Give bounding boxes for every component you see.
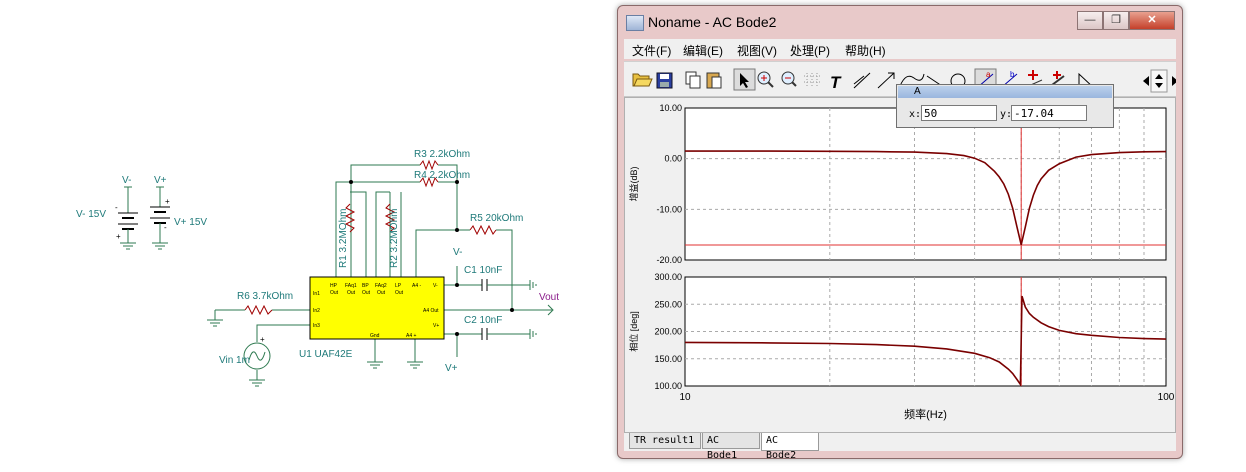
y-tick-label: 0.00 xyxy=(664,154,682,164)
label-vplus-15v: V+ 15V xyxy=(174,217,207,228)
label-r6: R6 3.7kOhm xyxy=(237,291,293,302)
label-vin: Vin 1m xyxy=(219,355,250,366)
label-c2: C2 10nF xyxy=(464,315,502,326)
x-axis-label: 频率(Hz) xyxy=(904,407,947,421)
label-r1: R1 3.2MOhm xyxy=(338,209,349,268)
bode-plot[interactable]: 10.00 0.00 -10.00 -20.00 增益(dB) 300.00 250.00… xyxy=(625,98,1175,432)
text-tool-icon[interactable]: T xyxy=(830,73,842,92)
pin-hp-out: Out xyxy=(330,290,339,296)
label-battery-plus-terminal: + xyxy=(116,232,121,241)
label-source-plus-terminal: + xyxy=(260,335,265,344)
zoom-in-icon[interactable] xyxy=(757,71,774,88)
y-tick-label: 100.00 xyxy=(654,381,682,391)
menu-file[interactable]: 文件(F) xyxy=(632,42,671,59)
title-bar[interactable]: Noname - AC Bode2 — ❐ ✕ xyxy=(618,6,1182,39)
tab-ac-bode1[interactable]: AC Bode1 xyxy=(702,433,760,461)
open-folder-icon[interactable] xyxy=(632,73,653,87)
label-u1: U1 UAF42E xyxy=(299,349,353,360)
line-tool-icon[interactable] xyxy=(853,72,871,89)
pin-a4-out: A4 Out xyxy=(423,308,439,314)
label-battery-minus-terminal: - xyxy=(115,203,118,212)
scroll-left-icon[interactable] xyxy=(1143,76,1149,86)
label-r5: R5 20kOhm xyxy=(470,213,523,224)
resistor-r6[interactable] xyxy=(244,304,273,316)
arrow-tool-icon[interactable] xyxy=(877,72,895,89)
tab-bar: TR result1 AC Bode1 AC Bode2 xyxy=(624,433,1176,461)
pin-gnd: Gnd xyxy=(370,333,380,339)
pin-a4-plus: A4 + xyxy=(406,333,417,339)
pin-in3: In3 xyxy=(313,323,320,329)
y-tick-label: 250.00 xyxy=(654,299,682,309)
label-r4: R4 2.2kOhm xyxy=(414,170,470,181)
y-tick-label: 150.00 xyxy=(654,354,682,364)
y-axis-label: 相位 [deg] xyxy=(628,311,639,352)
cursor-dialog-title[interactable]: A xyxy=(898,86,1112,98)
label-vplus-c2: V+ xyxy=(445,363,458,374)
pin-in2: In2 xyxy=(313,308,320,314)
pin-in1: In1 xyxy=(313,291,320,297)
label-vout: Vout xyxy=(539,292,559,303)
cursor-readout-dialog[interactable]: A x: 50 y: -17.04 xyxy=(896,84,1114,128)
label-r2: R2 3.2MOhm xyxy=(389,209,400,268)
cursor-y-field[interactable]: -17.04 xyxy=(1011,105,1087,121)
pin-lp: LP xyxy=(395,283,402,289)
close-button[interactable]: ✕ xyxy=(1129,11,1175,30)
resistor-r3[interactable] xyxy=(419,159,439,171)
scroll-right-icon[interactable] xyxy=(1172,76,1176,86)
menu-help[interactable]: 帮助(H) xyxy=(845,42,886,59)
pin-faq2-out: Out xyxy=(377,290,386,296)
pin-lp-out: Out xyxy=(395,290,404,296)
minimize-button[interactable]: — xyxy=(1077,11,1103,30)
pin-faq2: FAq2 xyxy=(375,283,387,289)
x-tick-label: 10 xyxy=(679,392,691,403)
cursor-x-field[interactable]: 50 xyxy=(921,105,997,121)
scroll-up-down-icon[interactable] xyxy=(1150,69,1168,93)
plot-frame[interactable] xyxy=(684,107,1167,261)
resistor-r5[interactable] xyxy=(469,224,497,236)
label-vminus-top: V- xyxy=(122,175,131,186)
pin-faq1-out: Out xyxy=(347,290,356,296)
zoom-out-icon[interactable] xyxy=(781,71,797,87)
y-tick-label: -10.00 xyxy=(656,204,682,214)
label-battery2-plus-terminal: + xyxy=(165,197,170,206)
copy-icon[interactable] xyxy=(685,71,701,89)
save-icon[interactable] xyxy=(656,72,673,89)
grid-icon[interactable] xyxy=(804,73,822,88)
y-tick-label: 10.00 xyxy=(659,103,682,113)
paste-icon[interactable] xyxy=(706,72,722,89)
plot-area[interactable]: 10.00 0.00 -10.00 -20.00 增益(dB) 300.00 250.00… xyxy=(624,97,1176,433)
cursor-x-label: x: xyxy=(909,109,922,120)
menu-view[interactable]: 视图(V) xyxy=(737,42,777,59)
bode-window[interactable]: Noname - AC Bode2 — ❐ ✕ 文件(F) 编辑(E) 视图(V… xyxy=(617,5,1183,461)
menu-edit[interactable]: 编辑(E) xyxy=(683,42,723,59)
pin-hp: HP xyxy=(330,283,338,289)
app-icon xyxy=(626,15,644,31)
restore-button[interactable]: ❐ xyxy=(1103,11,1129,30)
pin-bp-out: Out xyxy=(362,290,371,296)
menu-bar: 文件(F) 编辑(E) 视图(V) 处理(P) 帮助(H) xyxy=(624,39,1176,59)
y-tick-label: 300.00 xyxy=(654,272,682,282)
pin-a4-minus: A4 - xyxy=(412,283,422,289)
label-r3: R3 2.2kOhm xyxy=(414,149,470,160)
pin-faq1: FAq1 xyxy=(345,283,357,289)
label-vminus-c1: V- xyxy=(453,247,462,258)
label-c1: C1 10nF xyxy=(464,265,502,276)
x-tick-label: 100 xyxy=(1158,392,1175,403)
schematic-canvas[interactable]: HP Out FAq1 Out BP Out FAq2 Out LP Out A… xyxy=(0,0,600,472)
tab-ac-bode2[interactable]: AC Bode2 xyxy=(761,433,819,461)
y-axis-label: 增益(dB) xyxy=(628,166,639,201)
svg-text:a: a xyxy=(986,70,991,79)
y-tick-label: -20.00 xyxy=(656,255,682,265)
label-battery2-minus-terminal: - xyxy=(164,223,167,232)
y-tick-label: 200.00 xyxy=(654,327,682,337)
tab-tr-result1[interactable]: TR result1 xyxy=(629,433,701,449)
svg-text:b: b xyxy=(1010,70,1015,79)
pin-bp: BP xyxy=(362,283,369,289)
menu-process[interactable]: 处理(P) xyxy=(790,42,830,59)
label-vminus-15v: V- 15V xyxy=(76,209,106,220)
window-title: Noname - AC Bode2 xyxy=(648,14,777,30)
label-vplus-top: V+ xyxy=(154,175,167,186)
pin-vplus: V+ xyxy=(433,323,439,329)
pin-vminus: V- xyxy=(433,283,438,289)
